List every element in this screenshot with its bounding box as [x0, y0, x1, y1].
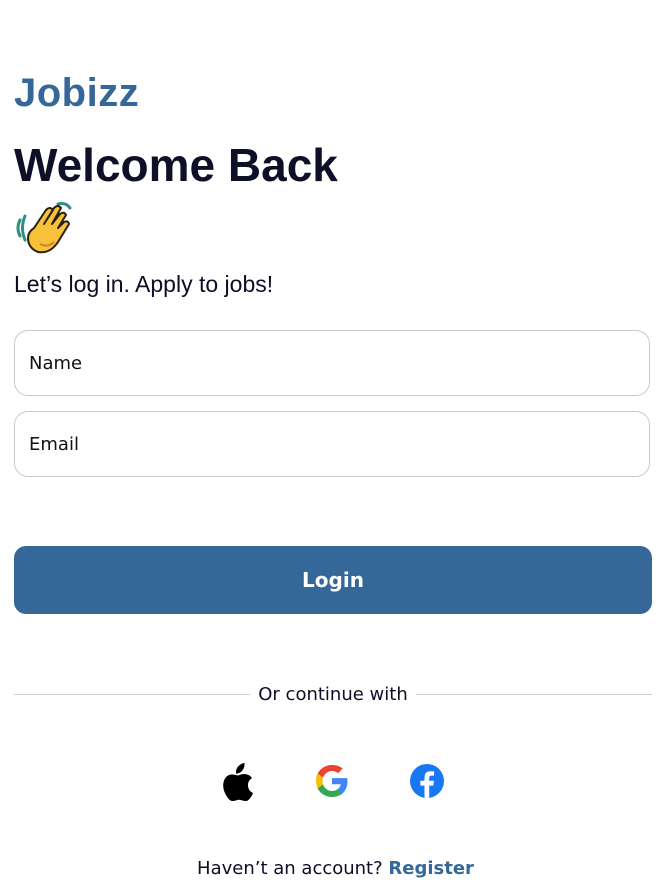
- tagline: Let’s log in. Apply to jobs!: [14, 271, 274, 297]
- brand-logo: Jobizz: [14, 71, 140, 115]
- name-field[interactable]: [14, 330, 650, 396]
- page-title: Welcome Back: [14, 139, 338, 191]
- divider-text: Or continue with: [258, 684, 408, 705]
- login-button[interactable]: Login: [14, 546, 652, 614]
- apple-icon: [223, 763, 253, 801]
- google-icon: [316, 765, 348, 797]
- email-field[interactable]: [14, 411, 650, 477]
- facebook-icon: [410, 764, 444, 798]
- waving-hand-icon: [16, 202, 72, 254]
- google-login-button[interactable]: [312, 760, 352, 802]
- apple-login-button[interactable]: [218, 760, 258, 802]
- divider-left: [14, 694, 250, 695]
- register-link[interactable]: Register: [388, 858, 474, 879]
- divider-right: [416, 694, 652, 695]
- facebook-login-button[interactable]: [407, 760, 447, 802]
- name-input[interactable]: [29, 331, 635, 395]
- email-input[interactable]: [29, 412, 635, 476]
- register-question: Haven’t an account?: [197, 858, 383, 879]
- register-prompt: Haven’t an account? Register: [0, 856, 671, 882]
